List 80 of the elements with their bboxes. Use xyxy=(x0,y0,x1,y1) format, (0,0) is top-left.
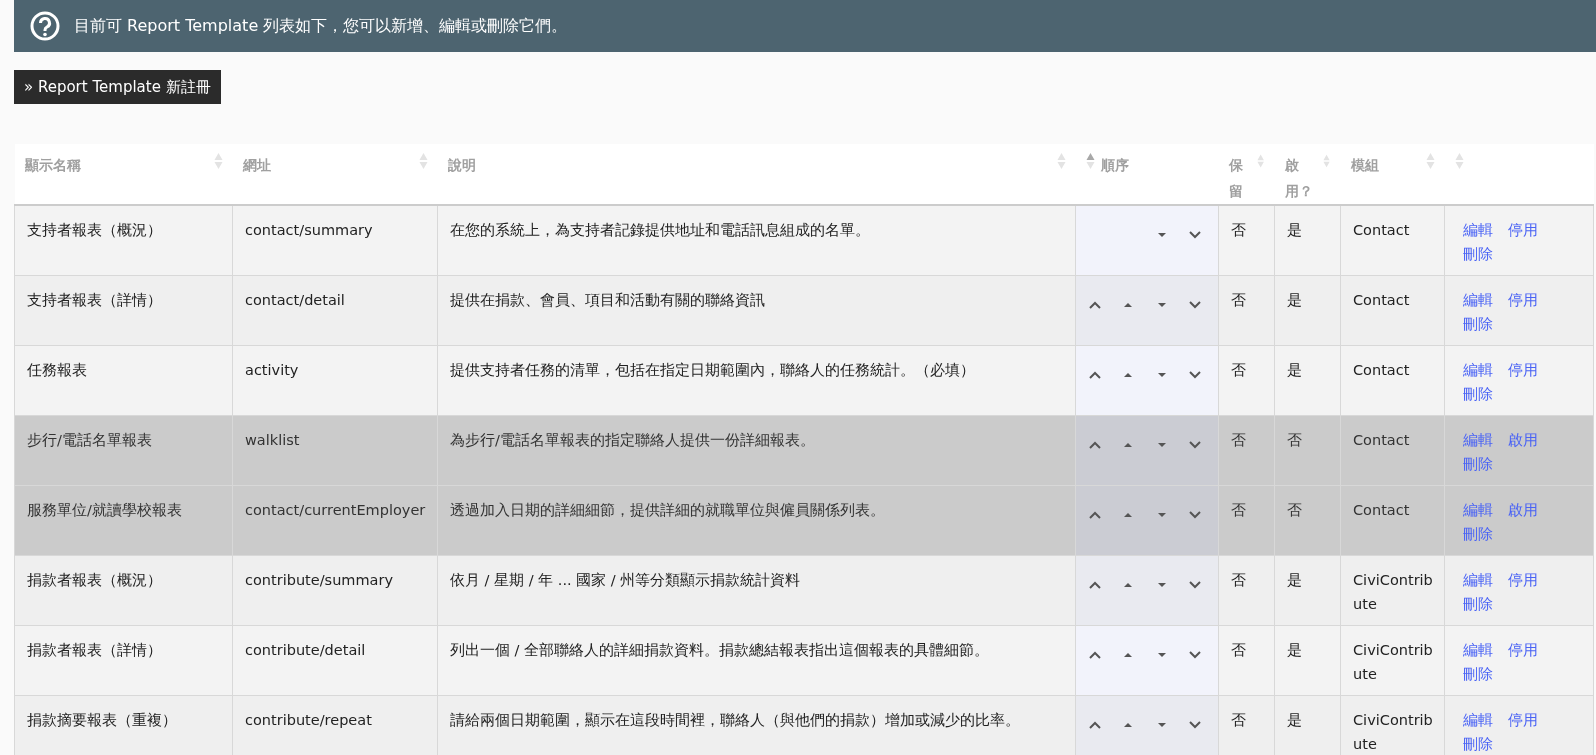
disable-link[interactable]: 停用 xyxy=(1507,222,1538,238)
template-description: 在您的系統上，為支持者記錄提供地址和電話訊息組成的名單。 xyxy=(450,222,870,238)
column-header[interactable]: 順序 xyxy=(1100,152,1129,178)
delete-link[interactable]: 刪除 xyxy=(1463,246,1493,262)
edit-link[interactable]: 編輯 xyxy=(1463,502,1493,518)
reserved-value: 否 xyxy=(1231,362,1246,378)
template-url: contribute/repeat xyxy=(245,712,372,728)
info-message: 目前可 Report Template 列表如下，您可以新增、編輯或刪除它們。 xyxy=(74,15,568,37)
edit-link[interactable]: 編輯 xyxy=(1463,292,1493,308)
template-description: 為步行/電話名單報表的指定聯絡人提供一份詳細報表。 xyxy=(450,432,815,448)
disable-link[interactable]: 停用 xyxy=(1507,712,1538,728)
enable-link[interactable]: 啟用 xyxy=(1507,502,1538,518)
module-name: CiviContribute xyxy=(1353,642,1433,682)
template-url: contribute/detail xyxy=(245,642,366,658)
delete-link[interactable]: 刪除 xyxy=(1463,596,1493,612)
template-description: 提供支持者任務的清單，包括在指定日期範圍內，聯絡人的任務統計。（必填） xyxy=(450,362,975,378)
enabled-value: 是 xyxy=(1287,362,1302,378)
enabled-value: 否 xyxy=(1287,432,1302,448)
reserved-value: 否 xyxy=(1231,712,1246,728)
template-url: contact/summary xyxy=(245,222,373,238)
module-name: CiviContribute xyxy=(1353,572,1433,612)
module-name: Contact xyxy=(1353,222,1410,238)
template-name: 捐款摘要報表（重複） xyxy=(27,712,177,728)
edit-link[interactable]: 編輯 xyxy=(1463,712,1493,728)
reserved-value: 否 xyxy=(1231,642,1246,658)
column-header[interactable]: 模組 xyxy=(1350,152,1379,178)
module-name: Contact xyxy=(1353,432,1410,448)
module-name: CiviContribute xyxy=(1353,712,1433,752)
delete-link[interactable]: 刪除 xyxy=(1463,456,1493,472)
template-name: 任務報表 xyxy=(27,362,87,378)
delete-link[interactable]: 刪除 xyxy=(1463,316,1493,332)
template-description: 提供在捐款、會員、項目和活動有關的聯絡資訊 xyxy=(450,292,765,308)
template-name: 捐款者報表（概況） xyxy=(27,572,162,588)
template-url: walklist xyxy=(245,432,300,448)
template-description: 透過加入日期的詳細細節，提供詳細的就職單位與僱員關係列表。 xyxy=(450,502,885,518)
template-description: 請給兩個日期範圍，顯示在這段時間裡，聯絡人（與他們的捐款）增加或減少的比率。 xyxy=(450,712,1020,728)
delete-link[interactable]: 刪除 xyxy=(1463,386,1493,402)
delete-link[interactable]: 刪除 xyxy=(1463,736,1493,752)
template-url: contribute/summary xyxy=(245,572,394,588)
help-icon xyxy=(30,11,60,41)
template-url: contact/currentEmployer xyxy=(245,502,426,518)
module-name: Contact xyxy=(1353,502,1410,518)
disable-link[interactable]: 停用 xyxy=(1507,572,1538,588)
disable-link[interactable]: 停用 xyxy=(1507,362,1538,378)
edit-link[interactable]: 編輯 xyxy=(1463,362,1493,378)
template-name: 步行/電話名單報表 xyxy=(27,432,152,448)
reserved-value: 否 xyxy=(1231,502,1246,518)
reserved-value: 否 xyxy=(1231,572,1246,588)
delete-link[interactable]: 刪除 xyxy=(1463,666,1493,682)
reserved-value: 否 xyxy=(1231,222,1246,238)
enabled-value: 是 xyxy=(1287,572,1302,588)
enabled-value: 是 xyxy=(1287,712,1302,728)
edit-link[interactable]: 編輯 xyxy=(1463,432,1493,448)
template-name: 捐款者報表（詳情） xyxy=(27,642,162,658)
template-description: 依月 / 星期 / 年 ... 國家 / 州等分類顯示捐款統計資料 xyxy=(450,572,801,588)
template-name: 服務單位/就讀學校報表 xyxy=(27,502,182,518)
enabled-value: 是 xyxy=(1287,222,1302,238)
edit-link[interactable]: 編輯 xyxy=(1463,642,1493,658)
delete-link[interactable]: 刪除 xyxy=(1463,526,1493,542)
column-header[interactable]: 顯示名稱 xyxy=(24,152,81,178)
disable-link[interactable]: 停用 xyxy=(1507,292,1538,308)
reserved-value: 否 xyxy=(1231,432,1246,448)
template-name: 支持者報表（概況） xyxy=(27,222,162,238)
new-template-button[interactable]: » Report Template 新註冊 xyxy=(14,70,221,104)
enabled-value: 是 xyxy=(1287,642,1302,658)
edit-link[interactable]: 編輯 xyxy=(1463,572,1493,588)
template-url: contact/detail xyxy=(245,292,345,308)
reserved-value: 否 xyxy=(1231,292,1246,308)
enabled-value: 是 xyxy=(1287,292,1302,308)
module-name: Contact xyxy=(1353,362,1410,378)
template-description: 列出一個 / 全部聯絡人的詳細捐款資料。捐款總結報表指出這個報表的具體細節。 xyxy=(450,642,990,658)
edit-link[interactable]: 編輯 xyxy=(1463,222,1493,238)
column-header[interactable]: 網址 xyxy=(242,152,271,178)
enabled-value: 否 xyxy=(1287,502,1302,518)
template-name: 支持者報表（詳情） xyxy=(27,292,162,308)
column-header[interactable]: 說明 xyxy=(447,152,476,178)
disable-link[interactable]: 停用 xyxy=(1507,642,1538,658)
enable-link[interactable]: 啟用 xyxy=(1507,432,1538,448)
module-name: Contact xyxy=(1353,292,1410,308)
template-url: activity xyxy=(245,362,299,378)
